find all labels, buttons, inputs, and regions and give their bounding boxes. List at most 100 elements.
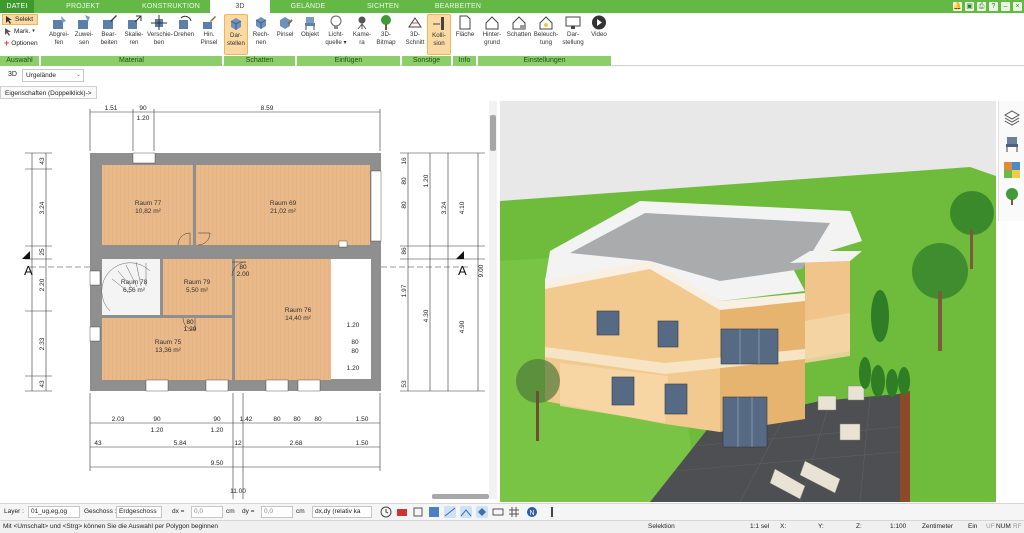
options-button[interactable]: + Optionen	[2, 38, 40, 49]
collision-icon	[433, 17, 444, 30]
material-assign-button[interactable]: Zuwei- sen	[72, 14, 96, 55]
insert-bitmap-button[interactable]: 3D- Bitmap	[374, 14, 398, 55]
area-info-button[interactable]: Fläche	[453, 14, 477, 55]
material-move-button[interactable]: Verschie- ben	[147, 14, 173, 55]
house-shadow-icon	[512, 16, 526, 30]
section-3d-button[interactable]: 3D- Schnitt	[403, 14, 427, 55]
grid-icon[interactable]	[508, 506, 520, 518]
properties-button[interactable]: Eigenschaften (Doppelklick)->	[0, 86, 97, 99]
room-area: 14,40 m²	[285, 315, 311, 322]
section-3d-label: 3D- Schnitt	[405, 31, 425, 46]
shadow-brush-button[interactable]: Pinsel	[273, 14, 297, 55]
north-icon[interactable]: N	[526, 506, 538, 518]
shadow-show-button[interactable]: Dar- stellen	[224, 14, 248, 55]
group-label-schatten: Schatten	[224, 56, 296, 66]
geschoss-label: Geschoss :	[84, 508, 117, 515]
tab-konstruktion[interactable]: KONSTRUKTION	[132, 0, 210, 13]
dim-label: 80	[351, 348, 359, 355]
print-icon[interactable]: ⎙	[977, 2, 986, 11]
room-area: 10,82 m²	[135, 208, 161, 215]
select-button[interactable]: Selekt	[2, 14, 38, 25]
room-area: 21,02 m²	[270, 208, 296, 215]
close-icon[interactable]: ×	[1013, 2, 1022, 11]
snap-line-icon[interactable]	[444, 506, 456, 518]
material-rotate-button[interactable]: Drehen	[172, 14, 196, 55]
layer-select[interactable]: 01_ug,eg,og	[28, 506, 80, 518]
snap-grid-icon[interactable]	[412, 506, 424, 518]
material-rotate-label: Drehen	[173, 31, 195, 38]
clock-icon[interactable]	[380, 506, 392, 518]
tab-datei[interactable]: DATEI	[0, 0, 34, 13]
pipette-icon	[53, 16, 66, 29]
ortho-icon[interactable]	[476, 506, 488, 518]
camera-snap-icon[interactable]	[396, 506, 408, 518]
layer-select-value: 01_ug,eg,og	[31, 508, 68, 515]
video-button[interactable]: Video	[587, 14, 611, 55]
layers-icon[interactable]	[1003, 109, 1021, 127]
collision-button[interactable]: Kolli- sion	[427, 14, 451, 55]
wall-icon[interactable]	[492, 506, 504, 518]
tab-bearbeiten[interactable]: BEARBEITEN	[420, 0, 496, 13]
insert-object-button[interactable]: Objekt	[298, 14, 322, 55]
snap-angle-icon[interactable]	[460, 506, 472, 518]
tree-icon[interactable]	[1003, 187, 1021, 205]
floor-plan-view[interactable]: A A Raum 77 10,82 m² Raum 69 21,02 m² Ra…	[0, 101, 497, 499]
dim-label: 2.20	[39, 278, 46, 291]
help-icon[interactable]: ?	[989, 2, 998, 11]
plan-vertical-scrollbar[interactable]	[489, 101, 497, 499]
material-edit-button[interactable]: Bear- beiten	[97, 14, 121, 55]
dy-input-value: 0,0	[264, 508, 274, 515]
display-button[interactable]: Dar- stellung	[560, 14, 586, 55]
dim-label: 3.24	[39, 201, 46, 214]
dim-label: 1.42	[240, 416, 253, 423]
ribbon: Selekt Mark. ▾ + Optionen Auswahl Abgrei-…	[0, 13, 1024, 66]
dx-input-value: 0,0	[194, 508, 204, 515]
bell-icon[interactable]: 🔔	[953, 2, 962, 11]
edit-material-icon	[103, 15, 117, 29]
insert-camera-button[interactable]: Kame- ra	[350, 14, 374, 55]
insert-light-button[interactable]: Licht- quelle ▾	[323, 14, 349, 55]
plan-horizontal-scrollbar[interactable]	[432, 494, 489, 499]
group-einfuegen: Objekt Licht- quelle ▾ Kame- ra 3D- Bitm…	[297, 13, 401, 66]
insert-camera-label: Kame- ra	[352, 31, 372, 46]
chair-icon[interactable]	[1003, 135, 1021, 153]
material-pick-button[interactable]: Abgrei- fen	[47, 14, 71, 55]
material-scale-button[interactable]: Skalie- ren	[122, 14, 146, 55]
shadow-settings-button[interactable]: Schatten	[506, 14, 532, 55]
lighting-button[interactable]: Beleuch- tung	[533, 14, 559, 55]
dim-label: 4.30	[423, 309, 430, 322]
dy-input[interactable]: 0,0	[261, 506, 293, 518]
3d-view[interactable]	[500, 101, 996, 502]
tab-projekt[interactable]: PROJEKT	[34, 0, 132, 13]
material-scale-label: Skalie- ren	[124, 31, 144, 46]
material-brush-button[interactable]: Hin. Pinsel	[197, 14, 221, 55]
geschoss-select[interactable]: Erdgeschoss	[116, 506, 162, 518]
save-icon[interactable]: ▣	[965, 2, 974, 11]
coord-mode-select[interactable]: dx,dy (relativ ka	[312, 506, 372, 518]
cube-calc-icon	[255, 17, 267, 29]
background-button[interactable]: Hinter- grund	[479, 14, 505, 55]
shadow-calc-button[interactable]: Rech- nen	[249, 14, 273, 55]
palette-icon[interactable]	[1003, 161, 1021, 179]
mark-button[interactable]: Mark. ▾	[2, 26, 37, 37]
level-select[interactable]: Urgelände ⌄	[22, 69, 84, 82]
dim-label: 9.00	[478, 264, 485, 277]
dx-input[interactable]: 0,0	[191, 506, 223, 518]
tab-gelaende[interactable]: GELÄNDE	[270, 0, 346, 13]
tab-3d[interactable]: 3D	[210, 0, 270, 13]
dim-label: 11.00	[230, 488, 246, 495]
coord-mode-value: dx,dy (relativ ka	[315, 508, 361, 515]
snap-point-icon[interactable]	[428, 506, 440, 518]
scrollbar-thumb[interactable]	[490, 115, 496, 151]
material-brush-label: Hin. Pinsel	[200, 31, 218, 46]
dim-label: 80	[401, 201, 408, 209]
tab-sichten[interactable]: SICHTEN	[346, 0, 420, 13]
bulb-icon	[330, 15, 342, 29]
dim-label: 80	[239, 264, 247, 271]
dim-label: 1.97	[401, 284, 408, 297]
minimize-icon[interactable]: –	[1001, 2, 1010, 11]
pin-icon[interactable]	[546, 506, 558, 518]
collision-label: Kolli- sion	[432, 32, 446, 47]
3d-house-render	[500, 101, 996, 502]
dim-label: 90	[153, 416, 161, 423]
